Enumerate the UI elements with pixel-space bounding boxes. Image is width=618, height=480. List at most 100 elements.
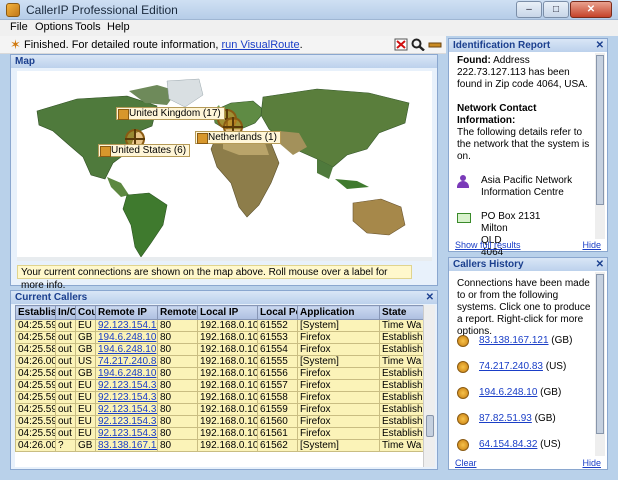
cell-remote-ip[interactable]: 92.123.154.35 [95,403,158,416]
cell-remote-port: 80 [157,367,198,380]
table-row[interactable]: 04:25.59outEU92.123.154.3580192.168.0.10… [15,415,423,428]
menu-file[interactable]: File [10,21,28,33]
address-line-2: Milton [481,223,508,234]
cell-remote-ip[interactable]: 74.217.240.83 [95,355,158,368]
cell-local-ip: 192.168.0.101 [197,379,258,392]
col-header-country[interactable]: Cou [75,305,96,320]
table-row[interactable]: 04:25.58outGB194.6.248.1080192.168.0.101… [15,331,423,344]
cell-remote-port: 80 [157,343,198,356]
history-close-icon[interactable]: ✕ [596,258,604,271]
show-full-results-link[interactable]: Show full results [455,240,521,250]
table-row[interactable]: 04:25.59outEU92.123.154.3580192.168.0.10… [15,391,423,404]
history-item[interactable]: 74.217.240.83 (US) [457,360,593,386]
table-row[interactable]: 04:25.59outEU92.123.154.3580192.168.0.10… [15,403,423,416]
menu-help[interactable]: Help [107,21,130,33]
map-label-netherlands[interactable]: Netherlands (1) [195,131,281,144]
cell-remote-ip[interactable]: 92.123.154.35 [95,427,158,440]
cell-state: Time Wa [379,355,423,368]
identification-report-panel: Identification Report ✕ Found: Address 2… [448,38,608,270]
history-scrollbar[interactable] [595,272,605,456]
cell-established: 04:25.58 [15,343,56,356]
cell-country: EU [75,427,96,440]
history-item[interactable]: 194.6.248.10 (GB) [457,386,593,412]
cell-remote-ip[interactable]: 83.138.167.12 [95,439,158,452]
map-label-united-states[interactable]: United States (6) [98,144,191,157]
network-text: The following details refer to the netwo… [457,127,590,162]
history-country: (GB) [540,387,562,398]
col-header-in-out[interactable]: In/O [55,305,76,320]
cell-local-ip: 192.168.0.101 [197,343,258,356]
cell-remote-ip[interactable]: 92.123.154.19 [95,319,158,332]
cell-state: Time Wa [379,439,423,452]
history-ip[interactable]: 194.6.248.10 [479,387,537,398]
history-panel-title: Callers History [453,259,524,270]
id-hide-link[interactable]: Hide [582,240,601,250]
status-message: Finished. For detailed route information… [24,39,303,51]
table-row[interactable]: 04:25.59outEU92.123.154.1980192.168.0.10… [15,319,423,332]
status-tail: . [299,39,303,51]
col-header-remote-port[interactable]: Remote P [157,305,198,320]
address-line-1: PO Box 2131 [481,211,541,222]
cell-country: GB [75,331,96,344]
table-row[interactable]: 04:26.00outUS74.217.240.8380192.168.0.10… [15,355,423,368]
cell-country: GB [75,439,96,452]
cell-remote-ip[interactable]: 92.123.154.35 [95,415,158,428]
cell-state: Establish [379,391,423,404]
map-note: Your current connections are shown on th… [17,265,412,291]
cell-remote-ip[interactable]: 92.123.154.35 [95,379,158,392]
map-label-united-kingdom[interactable]: United Kingdom (17) [116,107,225,120]
cell-local-port: 61556 [257,367,298,380]
maximize-button[interactable]: □ [543,1,569,18]
col-header-application[interactable]: Application [297,305,380,320]
history-ip[interactable]: 83.138.167.121 [479,335,549,346]
history-ip[interactable]: 64.154.84.32 [479,439,537,450]
close-button[interactable]: ✕ [570,1,612,18]
id-scroll-thumb[interactable] [596,55,604,205]
search-icon[interactable] [411,38,425,51]
cell-in-out: ? [55,439,76,452]
history-intro: Connections have been made to or from th… [457,278,591,337]
table-row[interactable]: 04:25.58outGB194.6.248.1080192.168.0.101… [15,343,423,356]
history-scroll-thumb[interactable] [596,274,604,434]
callers-panel-title: Current Callers [15,292,88,303]
col-header-local-port[interactable]: Local Po [257,305,298,320]
world-map[interactable]: United Kingdom (17) Netherlands (1) Unit… [17,71,432,261]
history-item[interactable]: 83.138.167.121 (GB) [457,334,593,360]
cell-remote-port: 80 [157,379,198,392]
history-hide-link[interactable]: Hide [582,458,601,468]
table-row[interactable]: 04:25.58outGB194.6.248.1080192.168.0.101… [15,367,423,380]
callers-scrollbar[interactable] [423,305,435,467]
cell-remote-ip[interactable]: 194.6.248.10 [95,343,158,356]
menu-tools[interactable]: Tools [75,21,101,33]
history-ip[interactable]: 74.217.240.83 [479,361,543,372]
id-close-icon[interactable]: ✕ [596,39,604,52]
col-header-established[interactable]: Establish [15,305,56,320]
cell-remote-ip[interactable]: 92.123.154.35 [95,391,158,404]
clear-history-link[interactable]: Clear [455,458,477,468]
menu-options[interactable]: Options [35,21,73,33]
table-row[interactable]: 04:25.59outEU92.123.154.3580192.168.0.10… [15,379,423,392]
history-item[interactable]: 87.82.51.93 (GB) [457,412,593,438]
run-visualroute-link[interactable]: run VisualRoute [222,39,300,51]
cell-local-ip: 192.168.0.101 [197,391,258,404]
col-header-state[interactable]: State [379,305,423,320]
callers-scroll-thumb[interactable] [426,415,434,437]
cell-remote-port: 80 [157,391,198,404]
cell-remote-ip[interactable]: 194.6.248.10 [95,331,158,344]
stop-icon[interactable] [394,38,408,51]
cell-in-out: out [55,355,76,368]
tool-icon[interactable] [428,38,442,51]
history-country: (US) [545,361,567,372]
cell-remote-ip[interactable]: 194.6.248.10 [95,367,158,380]
table-row[interactable]: 04:25.59outEU92.123.154.3580192.168.0.10… [15,427,423,440]
cell-local-port: 61562 [257,439,298,452]
col-header-remote-ip[interactable]: Remote IP [95,305,158,320]
cell-remote-port: 80 [157,427,198,440]
table-row[interactable]: 04:26.00?GB83.138.167.1280192.168.0.1016… [15,439,423,452]
history-ip[interactable]: 87.82.51.93 [479,413,532,424]
col-header-local-ip[interactable]: Local IP [197,305,258,320]
id-scrollbar[interactable] [595,53,605,239]
cell-established: 04:25.58 [15,331,56,344]
callers-close-icon[interactable]: ✕ [426,291,434,304]
minimize-button[interactable]: – [516,1,542,18]
